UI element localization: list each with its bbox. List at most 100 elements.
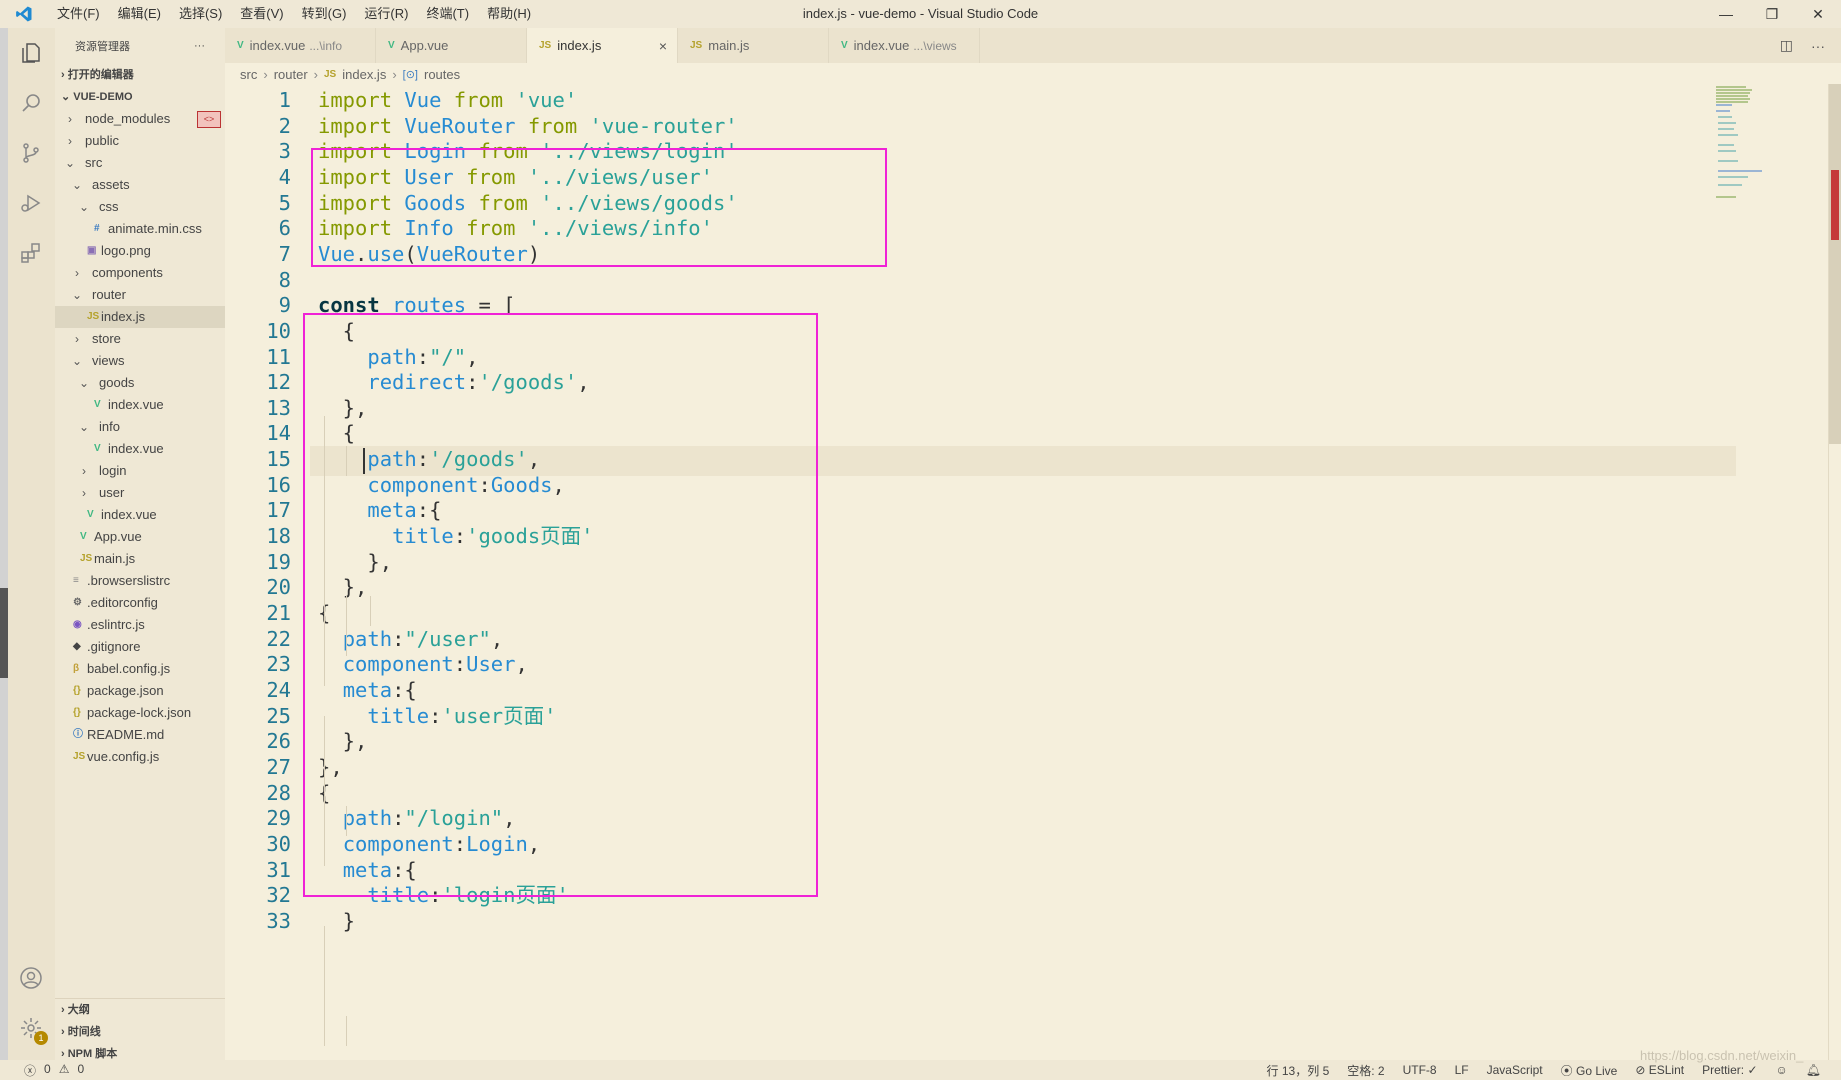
- tree-file[interactable]: ▣ logo.png: [55, 240, 225, 262]
- code-token: Goods: [490, 472, 553, 497]
- no-entry-icon: ⊘: [1635, 1063, 1649, 1077]
- more-actions-icon[interactable]: ···: [194, 40, 205, 52]
- tree-file[interactable]: V App.vue: [55, 526, 225, 548]
- broadcast-icon: ⦿: [1560, 1063, 1576, 1078]
- minimize-icon[interactable]: —: [1703, 0, 1749, 28]
- tree-folder[interactable]: ⌄ views: [55, 350, 225, 372]
- feedback-icon[interactable]: ☺: [1776, 1063, 1788, 1077]
- tree-file[interactable]: {} package.json: [55, 680, 225, 702]
- code-token: :{: [416, 498, 442, 523]
- tree-folder[interactable]: ⌄ goods: [55, 372, 225, 394]
- breadcrumb-symbol[interactable]: routes: [424, 64, 460, 86]
- vertical-scrollbar[interactable]: [1829, 84, 1841, 444]
- tree-file[interactable]: Vindex.vue: [55, 504, 225, 526]
- code-token: '/goods': [429, 447, 528, 472]
- search-icon[interactable]: [16, 88, 46, 118]
- breadcrumb-src[interactable]: src: [240, 64, 257, 86]
- tree-folder[interactable]: ⌄ src: [55, 152, 225, 174]
- code-token: title: [367, 883, 430, 908]
- tree-item-label: user: [99, 485, 125, 500]
- breadcrumb-file[interactable]: index.js: [342, 64, 386, 86]
- tree-folder[interactable]: ⌄ assets: [55, 174, 225, 196]
- prettier-status[interactable]: Prettier: ✓: [1702, 1063, 1757, 1077]
- tree-file[interactable]: Vindex.vue: [55, 438, 225, 460]
- project-section[interactable]: ⌄ VUE-DEMO: [55, 86, 225, 108]
- file-type-icon: V: [94, 443, 101, 454]
- tree-item-label: index.vue: [108, 397, 164, 412]
- tree-folder[interactable]: › store: [55, 328, 225, 350]
- timeline-section[interactable]: › 时间线: [55, 1021, 225, 1043]
- run-debug-icon[interactable]: [16, 188, 46, 218]
- menu-item[interactable]: 转到(G): [293, 0, 356, 28]
- tree-folder[interactable]: › public: [55, 130, 225, 152]
- explorer-icon[interactable]: [16, 38, 46, 68]
- cursor-position[interactable]: 行 13，列 5: [1267, 1062, 1330, 1079]
- editor-tab[interactable]: Vindex.vue ...\views: [829, 28, 980, 63]
- open-editors-section[interactable]: › 打开的编辑器: [55, 64, 225, 86]
- tree-file[interactable]: Vindex.vue: [55, 394, 225, 416]
- code-token: import: [318, 190, 405, 215]
- close-icon[interactable]: ×: [659, 38, 667, 54]
- outline-section[interactable]: › 大纲: [55, 999, 225, 1021]
- tree-file[interactable]: JS vue.config.js: [55, 746, 225, 768]
- tree-folder[interactable]: ⌄ router: [55, 284, 225, 306]
- status-problems[interactable]: ⓧ 0 ⚠ 0: [0, 1062, 84, 1079]
- editor-tab[interactable]: V App.vue: [376, 28, 527, 63]
- tree-file[interactable]: ⚙ .editorconfig: [55, 592, 225, 614]
- breadcrumb-router[interactable]: router: [274, 64, 308, 86]
- editor-tab[interactable]: Vindex.vue ...\info: [225, 28, 376, 63]
- code-token: ): [527, 241, 541, 266]
- menu-item[interactable]: 选择(S): [170, 0, 231, 28]
- tree-folder[interactable]: ⌄ css: [55, 196, 225, 218]
- tree-file[interactable]: ◆ .gitignore: [55, 636, 225, 658]
- encoding[interactable]: UTF-8: [1403, 1063, 1437, 1077]
- code-token: '/goods': [478, 370, 578, 395]
- close-window-icon[interactable]: ✕: [1795, 0, 1841, 28]
- end-of-line[interactable]: LF: [1455, 1063, 1469, 1077]
- eslint-status[interactable]: ⊘ ESLint: [1635, 1063, 1684, 1077]
- tree-file[interactable]: ⓘ README.md: [55, 724, 225, 746]
- restore-icon[interactable]: ❐: [1749, 0, 1795, 28]
- tree-item-label: index.vue: [108, 441, 164, 456]
- vue-file-icon: V: [237, 40, 244, 51]
- file-type-icon: {}: [73, 707, 81, 718]
- tree-file[interactable]: # animate.min.css: [55, 218, 225, 240]
- tree-folder[interactable]: ⌄ info: [55, 416, 225, 438]
- menu-item[interactable]: 编辑(E): [109, 0, 170, 28]
- chevron-right-icon: ›: [61, 1048, 68, 1060]
- settings-gear-icon[interactable]: 1: [16, 1013, 48, 1045]
- code-token: meta: [342, 857, 393, 882]
- menu-item[interactable]: 帮助(H): [478, 0, 540, 28]
- tree-file[interactable]: JS main.js: [55, 548, 225, 570]
- language-mode[interactable]: JavaScript: [1487, 1063, 1543, 1077]
- editor-tab[interactable]: JS main.js: [678, 28, 829, 63]
- tree-folder[interactable]: › user: [55, 482, 225, 504]
- tree-file[interactable]: ◉ .eslintrc.js: [55, 614, 225, 636]
- account-icon[interactable]: [16, 963, 46, 993]
- chevron-right-icon: ›: [61, 1026, 68, 1038]
- extensions-icon[interactable]: [16, 238, 46, 268]
- split-editor-icon[interactable]: ◫: [1780, 37, 1793, 54]
- tree-folder[interactable]: › login: [55, 460, 225, 482]
- menu-item[interactable]: 文件(F): [48, 0, 109, 28]
- menu-item[interactable]: 终端(T): [417, 0, 478, 28]
- tree-folder[interactable]: › node_modules <>: [55, 108, 225, 130]
- menu-item[interactable]: 运行(R): [355, 0, 417, 28]
- source-control-icon[interactable]: [16, 138, 46, 168]
- editor-tab[interactable]: JS index.js ×: [527, 28, 678, 63]
- chevron-right-icon: ›: [82, 486, 86, 500]
- more-actions-icon[interactable]: ···: [1811, 38, 1825, 54]
- indentation[interactable]: 空格: 2: [1347, 1062, 1384, 1079]
- minimap[interactable]: [1712, 84, 1792, 204]
- file-type-icon: V: [80, 531, 87, 542]
- tree-file[interactable]: {} package-lock.json: [55, 702, 225, 724]
- notifications-icon[interactable]: 🔔︎: [1806, 1063, 1821, 1077]
- tree-file[interactable]: β babel.config.js: [55, 658, 225, 680]
- tree-folder[interactable]: › components: [55, 262, 225, 284]
- tree-file[interactable]: ≡ .browserslistrc: [55, 570, 225, 592]
- go-live-button[interactable]: ⦿ Go Live: [1561, 1062, 1618, 1079]
- code-token: (: [404, 241, 417, 266]
- code-editor[interactable]: 1 import Vue from 'vue' 2 import VueRouter …: [225, 87, 1841, 1060]
- tree-file[interactable]: JS index.js: [55, 306, 225, 328]
- menu-item[interactable]: 查看(V): [231, 0, 292, 28]
